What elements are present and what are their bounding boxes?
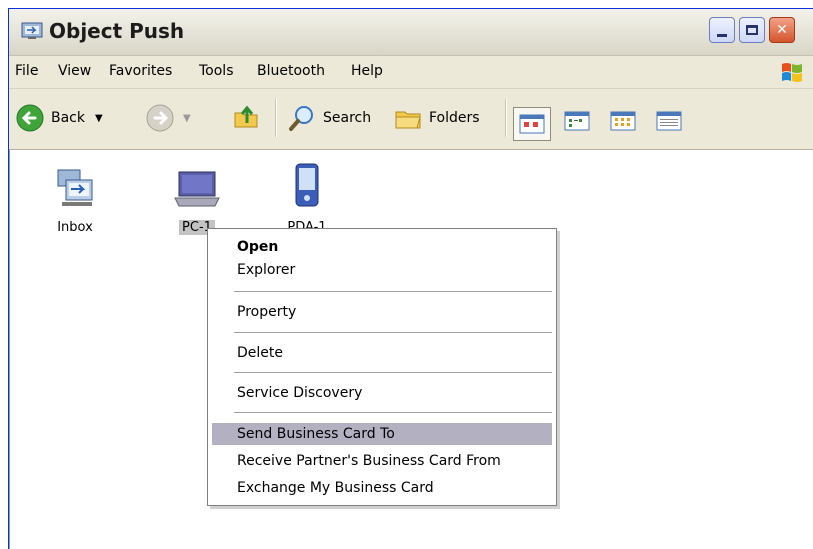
menu-file[interactable]: File [15,63,38,79]
view-large-icons-button[interactable] [513,107,551,141]
maximize-icon [746,25,758,35]
search-button[interactable]: Search [287,103,371,133]
list-view-icon [610,111,636,131]
close-button[interactable]: ✕ [769,17,795,43]
back-dropdown-icon[interactable]: ▼ [95,113,103,124]
menu-item-open[interactable]: Open [212,236,552,258]
menu-item-delete[interactable]: Delete [212,342,552,364]
toolbar-separator [505,99,507,137]
inbox-icon [57,169,93,206]
back-arrow-icon [16,104,44,132]
minimize-button[interactable] [709,17,735,43]
pda-icon [295,163,319,207]
menu-separator [234,332,552,334]
title-bar[interactable]: Object Push ✕ [9,9,813,56]
view-list-button[interactable] [605,105,641,137]
up-folder-icon [234,105,258,128]
menu-tools[interactable]: Tools [199,63,234,79]
forward-arrow-icon [146,104,174,132]
menu-item-property[interactable]: Property [212,301,552,323]
laptop-icon [174,171,220,207]
menu-view[interactable]: View [58,63,91,79]
device-item-pda-1[interactable]: PDA-1 [272,162,342,235]
back-label: Back [51,110,85,126]
toolbar: Back ▼ ▼ Search Folders [9,89,813,150]
large-icons-view-icon [519,114,545,134]
device-item-pc-1[interactable]: PC-1 [162,166,232,235]
menu-item-receive-business-card[interactable]: Receive Partner's Business Card From [212,450,552,472]
menu-item-service-discovery[interactable]: Service Discovery [212,382,552,404]
up-folder-button[interactable] [231,101,261,131]
details-view-icon [656,111,682,131]
forward-dropdown-icon[interactable]: ▼ [183,113,191,124]
minimize-icon [717,33,727,37]
context-menu: Open Explorer Property Delete Service Di… [207,228,557,506]
device-label-inbox: Inbox [57,220,93,235]
view-details-button[interactable] [651,105,687,137]
menu-item-explorer[interactable]: Explorer [212,259,552,281]
menu-separator [234,291,552,293]
menu-favorites[interactable]: Favorites [109,63,172,79]
menu-bar: File View Favorites Tools Bluetooth Help [9,56,813,89]
menu-separator [234,372,552,374]
search-label: Search [323,110,372,126]
close-icon: ✕ [776,22,788,38]
windows-logo-icon [782,63,802,82]
forward-button[interactable]: ▼ [145,103,191,133]
view-small-icons-button[interactable] [559,105,595,137]
folders-label: Folders [429,110,480,126]
search-icon [289,106,313,131]
menu-help[interactable]: Help [351,63,383,79]
back-button[interactable]: Back ▼ [15,103,103,133]
object-push-icon [21,22,43,39]
window-title: Object Push [49,19,185,43]
small-icons-view-icon [564,111,590,131]
toolbar-separator [275,99,277,137]
device-item-inbox[interactable]: Inbox [40,166,110,235]
menu-bluetooth[interactable]: Bluetooth [257,63,325,79]
menu-item-send-business-card[interactable]: Send Business Card To [212,423,552,445]
folders-icon [395,111,421,129]
maximize-button[interactable] [739,17,765,43]
folders-button[interactable]: Folders [393,103,480,133]
menu-item-exchange-business-card[interactable]: Exchange My Business Card [212,477,552,499]
menu-separator [234,412,552,414]
